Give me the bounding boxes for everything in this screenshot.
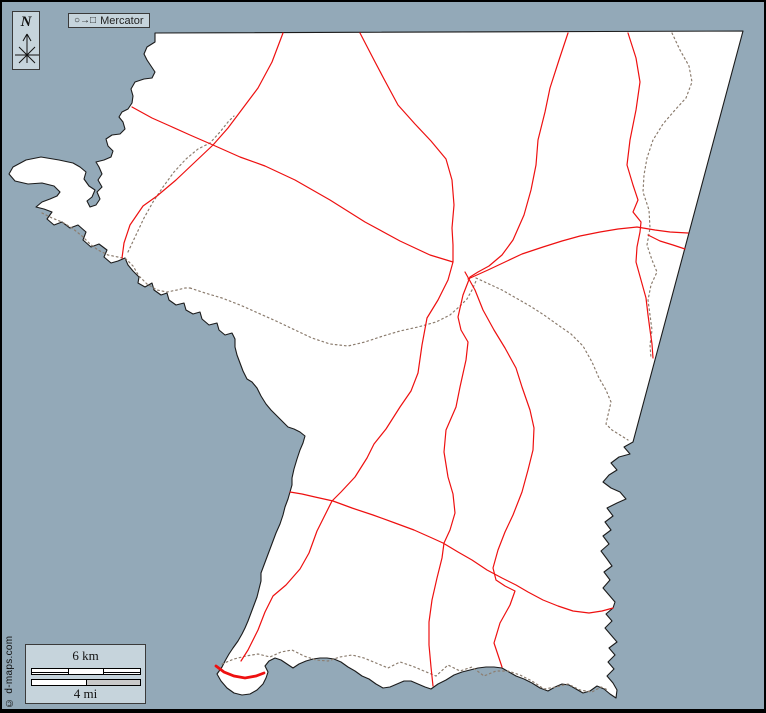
projection-label: Mercator	[100, 15, 143, 27]
north-letter: N	[13, 14, 39, 31]
map-canvas	[2, 2, 764, 709]
compass-arrow-icon	[13, 31, 41, 67]
scale-segment	[32, 669, 68, 674]
scale-mi-bar	[31, 679, 141, 686]
scale-mi-label: 4 mi	[26, 686, 145, 702]
scale-segment	[103, 669, 140, 674]
scale-segment	[86, 680, 140, 685]
county-outline	[9, 31, 743, 698]
map-frame: N ○→□ Mercator 6 km 4 mi	[0, 0, 766, 713]
compass-rose: N	[12, 11, 40, 70]
scale-segment	[32, 680, 86, 685]
scale-km-label: 6 km	[26, 648, 145, 664]
projection-button[interactable]: ○→□ Mercator	[68, 13, 150, 28]
copyright-text: © d-maps.com	[4, 632, 19, 712]
scale-km-bar	[31, 668, 141, 675]
projection-transform-icon: ○→□	[74, 15, 96, 26]
scale-segment	[68, 669, 103, 674]
scale-bar: 6 km 4 mi	[25, 644, 146, 704]
